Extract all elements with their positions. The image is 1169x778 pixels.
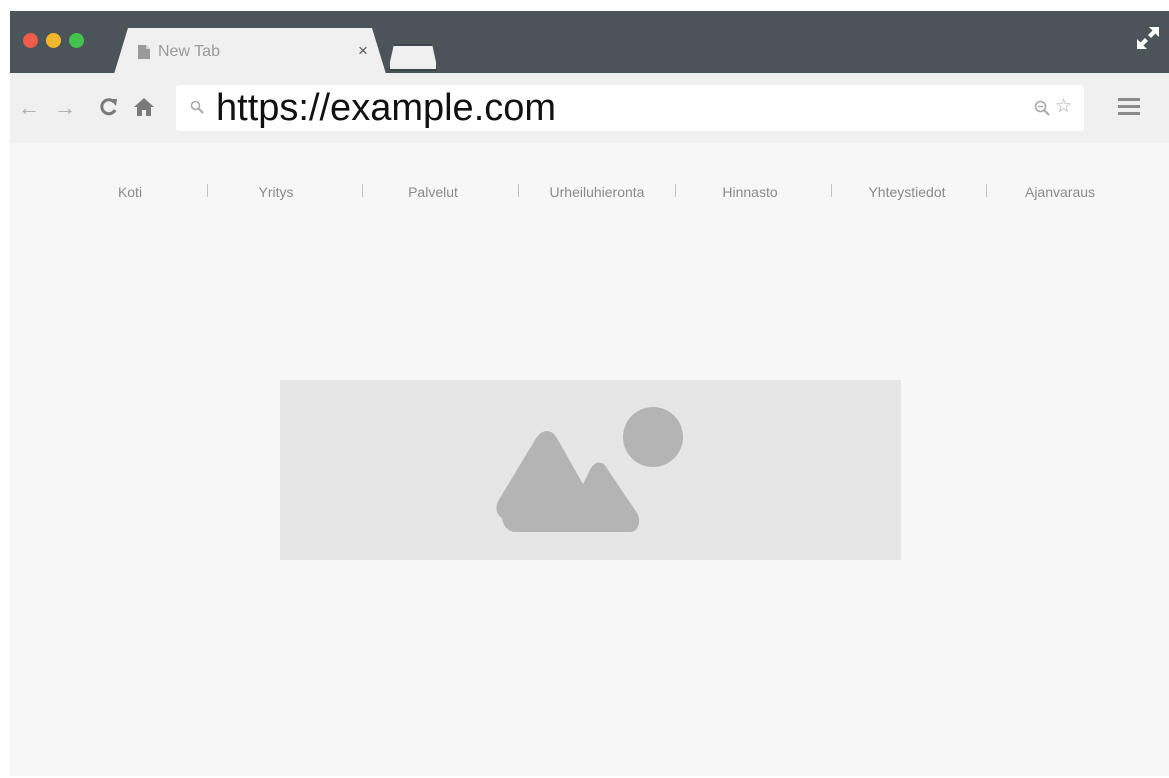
tab-close-icon[interactable]: × <box>358 41 368 61</box>
menu-line <box>1118 112 1140 115</box>
address-bar[interactable]: https://example.com ☆ <box>176 85 1084 131</box>
menu-line <box>1118 105 1140 108</box>
site-navigation: Koti Yritys Palvelut Urheiluhieronta Hin… <box>10 184 1169 204</box>
bookmark-star-icon[interactable]: ☆ <box>1055 95 1072 118</box>
nav-item-urheiluhieronta[interactable]: Urheiluhieronta <box>550 184 645 200</box>
nav-separator <box>831 184 832 197</box>
forward-arrow-icon[interactable]: → <box>54 97 76 119</box>
fullscreen-expand-icon[interactable] <box>1135 25 1161 51</box>
url-text[interactable]: https://example.com <box>216 89 556 127</box>
nav-separator <box>675 184 676 197</box>
nav-item-hinnasto[interactable]: Hinnasto <box>722 184 777 200</box>
zoom-icon[interactable] <box>1034 100 1050 116</box>
tab-title: New Tab <box>158 43 220 60</box>
new-tab-button[interactable] <box>388 44 438 71</box>
nav-separator <box>518 184 519 197</box>
reload-icon[interactable] <box>100 97 118 117</box>
search-icon <box>190 100 204 114</box>
nav-separator <box>207 184 208 197</box>
tab-new-tab[interactable]: New Tab × <box>114 28 386 74</box>
maximize-window-button[interactable] <box>69 33 84 48</box>
minimize-window-button[interactable] <box>46 33 61 48</box>
menu-hamburger-icon[interactable] <box>1118 98 1140 116</box>
page-content: Koti Yritys Palvelut Urheiluhieronta Hin… <box>10 143 1169 776</box>
nav-separator <box>362 184 363 197</box>
document-icon <box>138 45 150 59</box>
menu-line <box>1118 98 1140 101</box>
nav-item-yritys[interactable]: Yritys <box>259 184 294 200</box>
nav-item-koti[interactable]: Koti <box>118 184 142 200</box>
back-arrow-icon[interactable]: ← <box>18 97 40 119</box>
nav-item-palvelut[interactable]: Palvelut <box>408 184 458 200</box>
nav-separator <box>986 184 987 197</box>
browser-toolbar: ← → https://example.com ☆ <box>10 73 1169 143</box>
home-icon[interactable] <box>134 97 154 117</box>
browser-window: New Tab × ← → https://example.com ☆ Koti… <box>10 11 1169 776</box>
mountain-sun-icon <box>496 407 683 532</box>
hero-image-placeholder <box>280 380 901 560</box>
nav-item-ajanvaraus[interactable]: Ajanvaraus <box>1025 184 1095 200</box>
nav-item-yhteystiedot[interactable]: Yhteystiedot <box>868 184 945 200</box>
close-window-button[interactable] <box>23 33 38 48</box>
title-bar: New Tab × <box>10 11 1169 74</box>
